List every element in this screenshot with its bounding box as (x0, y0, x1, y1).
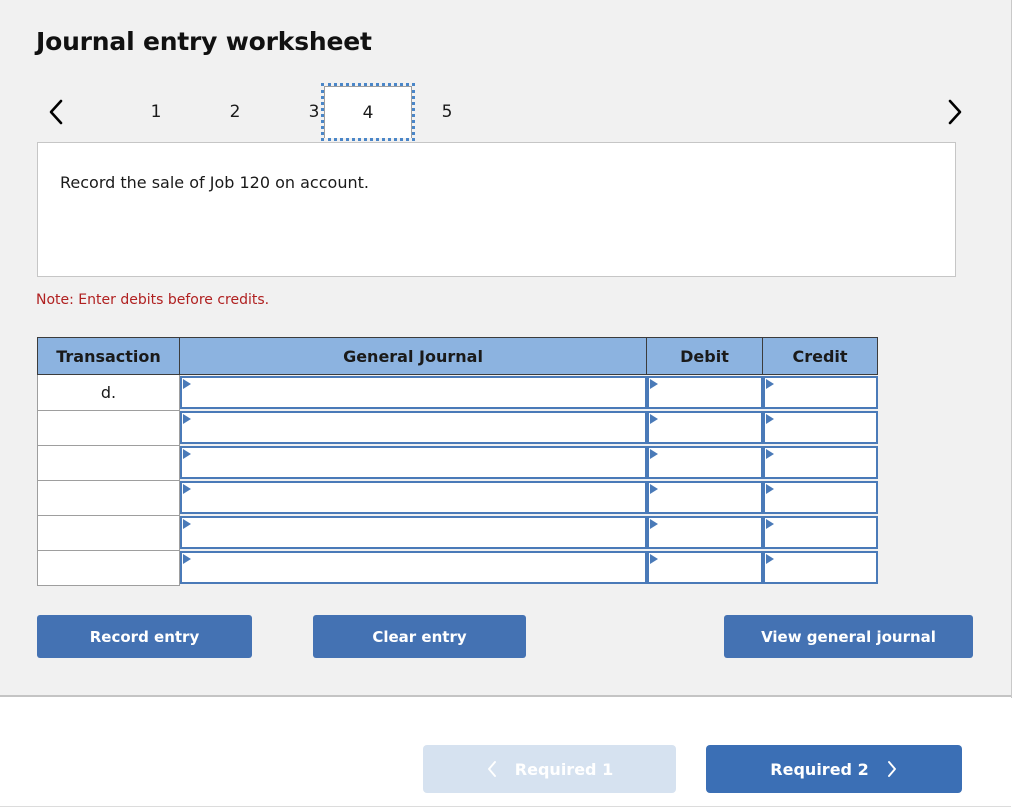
view-general-journal-button[interactable]: View general journal (724, 615, 973, 658)
required-2-button[interactable]: Required 2 (706, 745, 962, 793)
general-journal-cell (179, 445, 647, 480)
credit-input[interactable] (762, 551, 878, 584)
general-journal-input[interactable] (180, 376, 647, 409)
transaction-label-cell: d. (37, 374, 180, 411)
general-journal-input[interactable] (180, 481, 647, 514)
general-journal-cell (179, 515, 647, 550)
debit-cell (646, 374, 763, 410)
required-1-label: Required 1 (514, 759, 614, 779)
bottom-navigation-bar: Required 1 Required 2 (0, 698, 1024, 807)
transaction-description-text: Record the sale of Job 120 on account. (60, 173, 369, 192)
credit-input[interactable] (762, 411, 878, 444)
journal-entry-table: Transaction General Journal Debit Credit… (37, 337, 878, 586)
table-row (37, 444, 878, 481)
table-header-row: Transaction General Journal Debit Credit (37, 337, 878, 375)
right-divider (1011, 0, 1012, 698)
debit-cell (646, 410, 763, 445)
worksheet-tab-2[interactable]: 2 (191, 86, 279, 138)
journal-entry-worksheet-panel: Journal entry worksheet 1 2 3 4 5 Record… (0, 0, 1011, 697)
credit-cell (762, 445, 878, 480)
general-journal-input[interactable] (180, 411, 647, 444)
debit-input[interactable] (646, 516, 763, 549)
credit-input[interactable] (762, 481, 878, 514)
worksheet-tab-strip: 1 2 3 4 5 (36, 83, 974, 142)
transaction-description-box: Record the sale of Job 120 on account. (37, 142, 956, 277)
column-header-transaction: Transaction (37, 337, 180, 375)
general-journal-cell (179, 550, 647, 585)
general-journal-input[interactable] (180, 551, 647, 584)
column-header-debit: Debit (646, 337, 763, 375)
credit-cell (762, 515, 878, 550)
transaction-label-cell (37, 479, 180, 516)
record-entry-button[interactable]: Record entry (37, 615, 252, 658)
table-row: d. (37, 374, 878, 411)
table-row (37, 514, 878, 551)
debit-input[interactable] (646, 551, 763, 584)
debit-cell (646, 480, 763, 515)
general-journal-cell (179, 374, 647, 410)
clear-entry-button[interactable]: Clear entry (313, 615, 526, 658)
debit-input[interactable] (646, 411, 763, 444)
required-1-button[interactable]: Required 1 (423, 745, 676, 793)
credit-cell (762, 410, 878, 445)
credit-input[interactable] (762, 516, 878, 549)
debit-input[interactable] (646, 446, 763, 479)
transaction-label-cell (37, 514, 180, 551)
general-journal-input[interactable] (180, 446, 647, 479)
credit-input[interactable] (762, 376, 878, 409)
general-journal-cell (179, 480, 647, 515)
debit-cell (646, 445, 763, 480)
general-journal-input[interactable] (180, 516, 647, 549)
general-journal-cell (179, 410, 647, 445)
worksheet-tab-1[interactable]: 1 (112, 86, 200, 138)
chevron-right-icon (885, 759, 898, 779)
page-root: Journal entry worksheet 1 2 3 4 5 Record… (0, 0, 1024, 807)
chevron-right-icon[interactable] (934, 86, 974, 138)
credit-input[interactable] (762, 446, 878, 479)
debits-before-credits-note: Note: Enter debits before credits. (36, 292, 270, 308)
credit-cell (762, 550, 878, 585)
debit-input[interactable] (646, 481, 763, 514)
debit-input[interactable] (646, 376, 763, 409)
table-row (37, 409, 878, 446)
credit-cell (762, 480, 878, 515)
worksheet-tab-4[interactable]: 4 (321, 83, 415, 141)
transaction-label-cell (37, 444, 180, 481)
table-row (37, 549, 878, 586)
page-title: Journal entry worksheet (36, 27, 372, 56)
credit-cell (762, 374, 878, 410)
debit-cell (646, 515, 763, 550)
worksheet-tab-5[interactable]: 5 (403, 86, 491, 138)
column-header-credit: Credit (762, 337, 878, 375)
table-row (37, 479, 878, 516)
required-2-label: Required 2 (770, 759, 869, 779)
chevron-left-icon[interactable] (36, 86, 76, 138)
debit-cell (646, 550, 763, 585)
column-header-general-journal: General Journal (179, 337, 647, 375)
chevron-left-icon (486, 759, 499, 779)
transaction-label-cell (37, 549, 180, 586)
transaction-label-cell (37, 409, 180, 446)
